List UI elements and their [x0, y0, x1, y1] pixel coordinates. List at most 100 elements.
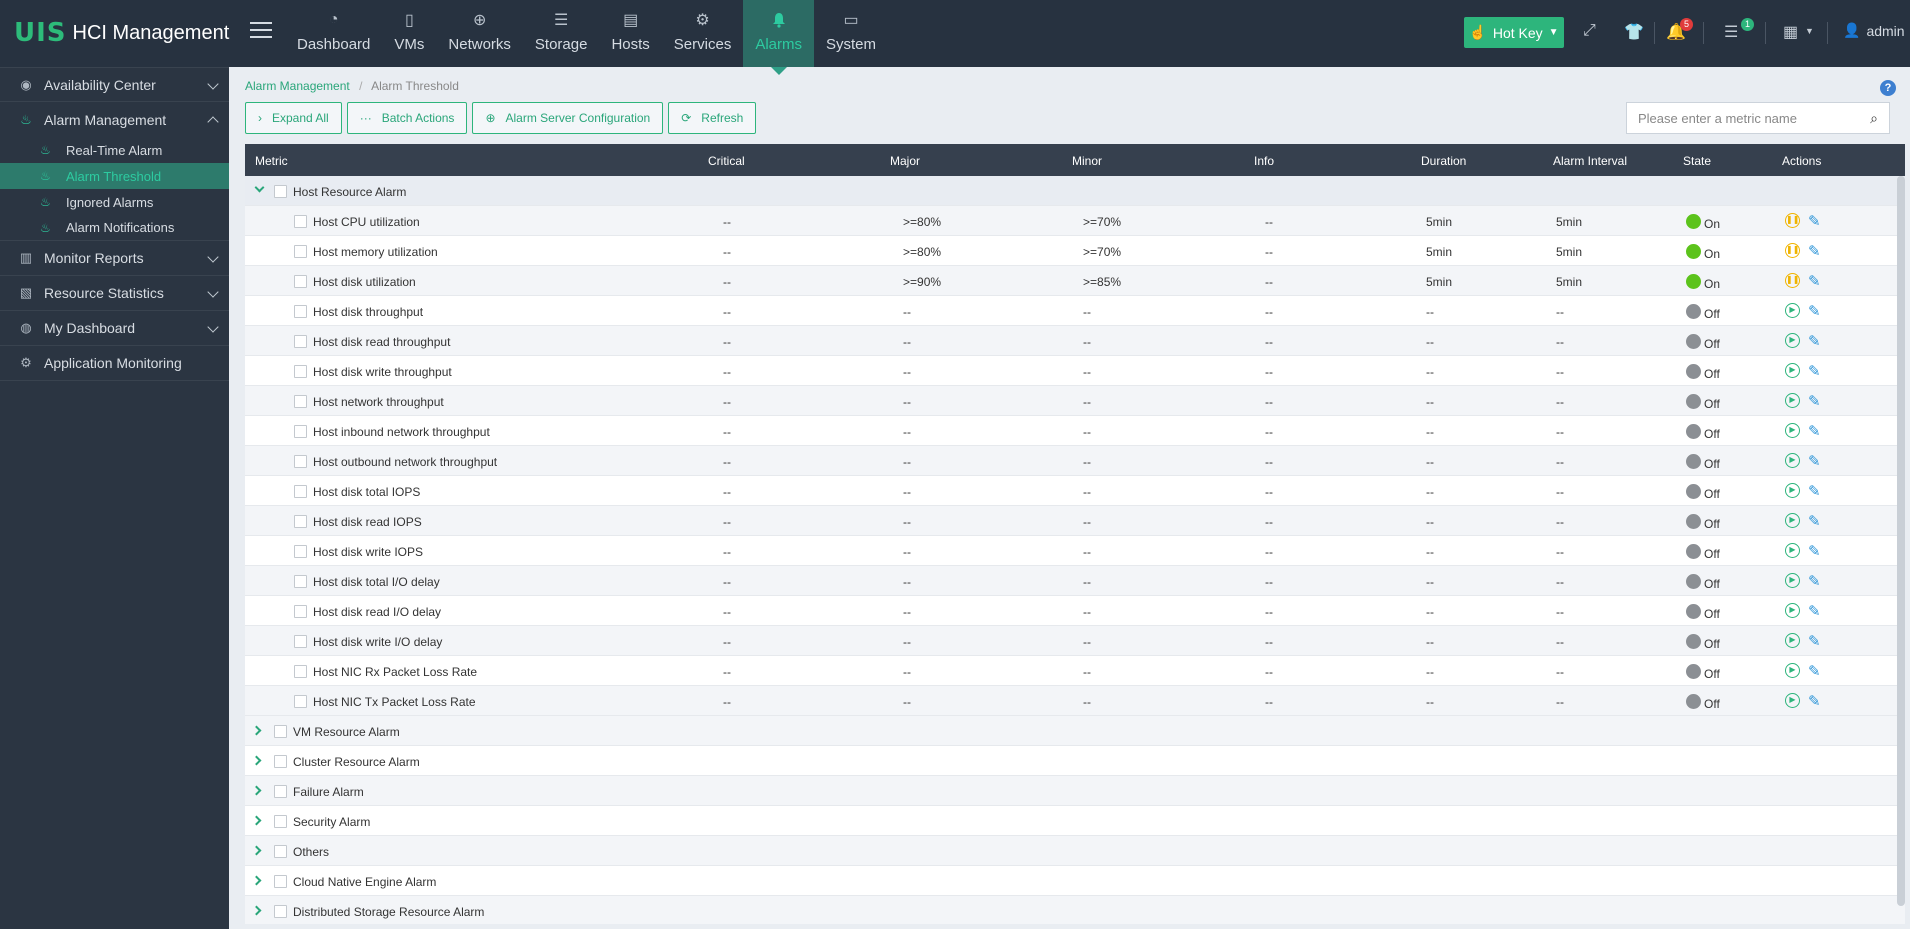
row-checkbox[interactable]: [294, 605, 307, 618]
sidebar-section-application-monitoring[interactable]: ⚙ Application Monitoring: [0, 346, 229, 381]
tasks-icon[interactable]: ☰: [1724, 22, 1738, 42]
play-icon[interactable]: ▶: [1785, 483, 1800, 498]
group-checkbox[interactable]: [274, 785, 287, 798]
table-group-row[interactable]: VM Resource Alarm: [245, 716, 1905, 746]
chevron-right-icon[interactable]: [251, 845, 262, 856]
pause-icon[interactable]: ❚❚: [1785, 273, 1800, 288]
play-icon[interactable]: ▶: [1785, 393, 1800, 408]
edit-icon[interactable]: ✎: [1808, 542, 1821, 560]
table-group-row[interactable]: Security Alarm: [245, 806, 1905, 836]
edit-icon[interactable]: ✎: [1808, 572, 1821, 590]
table-group-row[interactable]: Failure Alarm: [245, 776, 1905, 806]
edit-icon[interactable]: ✎: [1808, 692, 1821, 710]
row-checkbox[interactable]: [294, 635, 307, 648]
play-icon[interactable]: ▶: [1785, 603, 1800, 618]
sidebar-item-alarm-threshold[interactable]: ♨ Alarm Threshold: [0, 163, 229, 189]
play-icon[interactable]: ▶: [1785, 693, 1800, 708]
chevron-right-icon[interactable]: [251, 785, 262, 796]
nav-hosts[interactable]: ▤ Hosts: [599, 0, 661, 67]
row-checkbox[interactable]: [294, 575, 307, 588]
edit-icon[interactable]: ✎: [1808, 602, 1821, 620]
table-group-row[interactable]: Distributed Storage Resource Alarm: [245, 896, 1905, 924]
col-metric[interactable]: Metric: [255, 154, 288, 168]
sidebar-section-alarm-management[interactable]: ♨ Alarm Management: [0, 102, 229, 137]
row-checkbox[interactable]: [294, 485, 307, 498]
row-checkbox[interactable]: [294, 245, 307, 258]
play-icon[interactable]: ▶: [1785, 333, 1800, 348]
sidebar-section-monitor-reports[interactable]: ▥ Monitor Reports: [0, 241, 229, 276]
group-checkbox[interactable]: [274, 905, 287, 918]
row-checkbox[interactable]: [294, 695, 307, 708]
play-icon[interactable]: ▶: [1785, 513, 1800, 528]
chevron-right-icon[interactable]: [251, 755, 262, 766]
edit-icon[interactable]: ✎: [1808, 482, 1821, 500]
sidebar-section-my-dashboard[interactable]: ◍ My Dashboard: [0, 311, 229, 346]
search-icon[interactable]: ⌕: [1859, 110, 1889, 127]
play-icon[interactable]: ▶: [1785, 453, 1800, 468]
play-icon[interactable]: ▶: [1785, 543, 1800, 558]
edit-icon[interactable]: ✎: [1808, 332, 1821, 350]
nav-storage[interactable]: ☰ Storage: [523, 0, 600, 67]
sidebar-item-real-time-alarm[interactable]: ♨ Real-Time Alarm: [0, 137, 229, 163]
edit-icon[interactable]: ✎: [1808, 632, 1821, 650]
group-checkbox[interactable]: [274, 755, 287, 768]
edit-icon[interactable]: ✎: [1808, 272, 1821, 290]
fullscreen-icon[interactable]: ⤢: [1583, 22, 1596, 40]
edit-icon[interactable]: ✎: [1808, 212, 1821, 230]
table-group-row[interactable]: Others: [245, 836, 1905, 866]
nav-dashboard[interactable]: ◔ Dashboard: [285, 0, 382, 67]
play-icon[interactable]: ▶: [1785, 363, 1800, 378]
play-icon[interactable]: ▶: [1785, 423, 1800, 438]
play-icon[interactable]: ▶: [1785, 633, 1800, 648]
row-checkbox[interactable]: [294, 215, 307, 228]
row-checkbox[interactable]: [294, 335, 307, 348]
edit-icon[interactable]: ✎: [1808, 302, 1821, 320]
nav-alarms[interactable]: Alarms: [743, 0, 814, 75]
refresh-button[interactable]: ⟳ Refresh: [668, 102, 757, 134]
group-checkbox[interactable]: [274, 845, 287, 858]
caret-down-icon[interactable]: ▼: [1805, 26, 1814, 36]
sidebar-item-alarm-notifications[interactable]: ♨ Alarm Notifications: [0, 215, 229, 241]
row-checkbox[interactable]: [294, 545, 307, 558]
edit-icon[interactable]: ✎: [1808, 422, 1821, 440]
pause-icon[interactable]: ❚❚: [1785, 213, 1800, 228]
edit-icon[interactable]: ✎: [1808, 362, 1821, 380]
pause-icon[interactable]: ❚❚: [1785, 243, 1800, 258]
row-checkbox[interactable]: [294, 365, 307, 378]
chevron-right-icon[interactable]: [251, 725, 262, 736]
row-checkbox[interactable]: [294, 305, 307, 318]
play-icon[interactable]: ▶: [1785, 663, 1800, 678]
sidebar-section-availability-center[interactable]: ◉ Availability Center: [0, 67, 229, 102]
edit-icon[interactable]: ✎: [1808, 662, 1821, 680]
row-checkbox[interactable]: [294, 665, 307, 678]
table-scrollbar[interactable]: [1897, 176, 1905, 906]
row-checkbox[interactable]: [294, 425, 307, 438]
nav-system[interactable]: ▭ System: [814, 0, 888, 67]
row-checkbox[interactable]: [294, 455, 307, 468]
edit-icon[interactable]: ✎: [1808, 242, 1821, 260]
nav-services[interactable]: ⚙ Services: [662, 0, 744, 67]
play-icon[interactable]: ▶: [1785, 303, 1800, 318]
expand-all-button[interactable]: › Expand All: [245, 102, 342, 134]
breadcrumb-parent-link[interactable]: Alarm Management: [245, 79, 350, 93]
edit-icon[interactable]: ✎: [1808, 452, 1821, 470]
table-group-row[interactable]: Cluster Resource Alarm: [245, 746, 1905, 776]
group-checkbox[interactable]: [274, 875, 287, 888]
hot-key-button[interactable]: ☝ Hot Key ▼: [1464, 17, 1564, 48]
app-logo[interactable]: UIS HCI Management: [14, 18, 229, 48]
row-checkbox[interactable]: [294, 275, 307, 288]
play-icon[interactable]: ▶: [1785, 573, 1800, 588]
edit-icon[interactable]: ✎: [1808, 512, 1821, 530]
sidebar-section-resource-statistics[interactable]: ▧ Resource Statistics: [0, 276, 229, 311]
chevron-right-icon[interactable]: [251, 875, 262, 886]
user-menu[interactable]: 👤 admin: [1843, 22, 1905, 39]
nav-vms[interactable]: ▯ VMs: [382, 0, 436, 67]
chevron-right-icon[interactable]: [251, 905, 262, 916]
menu-toggle-icon[interactable]: [250, 22, 272, 42]
alarm-server-config-button[interactable]: ⊕ Alarm Server Configuration: [472, 102, 664, 134]
group-checkbox[interactable]: [274, 185, 287, 198]
sidebar-item-ignored-alarms[interactable]: ♨ Ignored Alarms: [0, 189, 229, 215]
table-group-row[interactable]: Cloud Native Engine Alarm: [245, 866, 1905, 896]
table-group-row[interactable]: Host Resource Alarm: [245, 176, 1905, 206]
chevron-right-icon[interactable]: [251, 815, 262, 826]
